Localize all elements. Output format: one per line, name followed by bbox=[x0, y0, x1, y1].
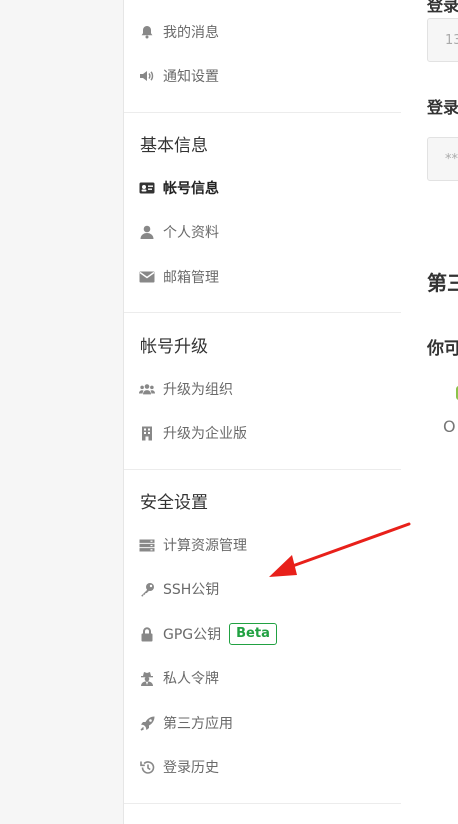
third-party-subheading: 你可 bbox=[427, 339, 458, 359]
sidebar-item-notifications[interactable]: 通知设置 bbox=[139, 64, 219, 88]
rocket-icon bbox=[139, 715, 155, 731]
sidebar-item-label: 升级为组织 bbox=[163, 382, 233, 398]
sidebar-item-private-tokens[interactable]: 私人令牌 bbox=[139, 666, 219, 690]
divider bbox=[124, 312, 401, 313]
beta-badge: Beta bbox=[229, 623, 277, 645]
lock-icon bbox=[139, 626, 155, 642]
password-input[interactable]: ** bbox=[427, 137, 458, 181]
sidebar-item-label: 通知设置 bbox=[163, 69, 219, 85]
sidebar-item-gpg-keys[interactable]: GPG公钥 Beta bbox=[139, 622, 277, 646]
third-party-heading: 第三 bbox=[427, 271, 458, 295]
sidebar-item-upgrade-org[interactable]: 升级为组织 bbox=[139, 377, 233, 401]
divider bbox=[124, 803, 401, 804]
users-icon bbox=[139, 381, 155, 397]
settings-sidebar: 我的消息 通知设置 基本信息 帐号信息 个人资料 邮箱管理 帐号升级 升级为组织 bbox=[123, 0, 402, 824]
divider bbox=[124, 112, 401, 113]
building-icon bbox=[139, 425, 155, 441]
server-icon bbox=[139, 537, 155, 553]
sidebar-item-email[interactable]: 邮箱管理 bbox=[139, 265, 219, 289]
main-content: 登录 13 登录 ** 第三 你可 O bbox=[401, 0, 458, 824]
section-title-security: 安全设置 bbox=[140, 493, 208, 513]
user-icon bbox=[139, 224, 155, 240]
sidebar-item-upgrade-enterprise[interactable]: 升级为企业版 bbox=[139, 421, 247, 445]
envelope-icon bbox=[139, 269, 155, 285]
sidebar-item-ssh-keys[interactable]: SSH公钥 bbox=[139, 577, 219, 601]
login-label: 登录 bbox=[427, 0, 458, 15]
history-icon bbox=[139, 759, 155, 775]
login-input[interactable]: 13 bbox=[427, 18, 458, 62]
sidebar-item-label: 登录历史 bbox=[163, 760, 219, 776]
sidebar-item-label: 第三方应用 bbox=[163, 716, 233, 732]
sidebar-item-compute-resources[interactable]: 计算资源管理 bbox=[139, 533, 247, 557]
sidebar-item-label: GPG公钥 bbox=[163, 627, 222, 643]
sidebar-item-account-info[interactable]: 帐号信息 bbox=[139, 176, 219, 200]
sidebar-item-profile[interactable]: 个人资料 bbox=[139, 220, 219, 244]
volume-icon bbox=[139, 68, 155, 84]
sidebar-item-label: 我的消息 bbox=[163, 25, 219, 41]
login-password-label: 登录 bbox=[427, 98, 458, 117]
sidebar-item-label: 计算资源管理 bbox=[163, 538, 247, 554]
user-secret-icon bbox=[139, 670, 155, 686]
section-title-basic-info: 基本信息 bbox=[140, 136, 208, 156]
sidebar-item-label: 私人令牌 bbox=[163, 671, 219, 687]
sidebar-item-label: 邮箱管理 bbox=[163, 270, 219, 286]
sidebar-item-label: 帐号信息 bbox=[163, 181, 219, 197]
sidebar-item-label: 升级为企业版 bbox=[163, 426, 247, 442]
provider-text: O bbox=[443, 417, 456, 436]
id-card-icon bbox=[139, 180, 155, 196]
sidebar-item-third-party-apps[interactable]: 第三方应用 bbox=[139, 711, 233, 735]
sidebar-item-label: SSH公钥 bbox=[163, 582, 220, 598]
sidebar-item-label: 个人资料 bbox=[163, 225, 219, 241]
key-icon bbox=[139, 581, 155, 597]
divider bbox=[124, 469, 401, 470]
section-title-upgrade: 帐号升级 bbox=[140, 337, 208, 357]
sidebar-item-login-history[interactable]: 登录历史 bbox=[139, 755, 219, 779]
sidebar-item-messages[interactable]: 我的消息 bbox=[139, 20, 219, 44]
bell-icon bbox=[139, 24, 155, 40]
